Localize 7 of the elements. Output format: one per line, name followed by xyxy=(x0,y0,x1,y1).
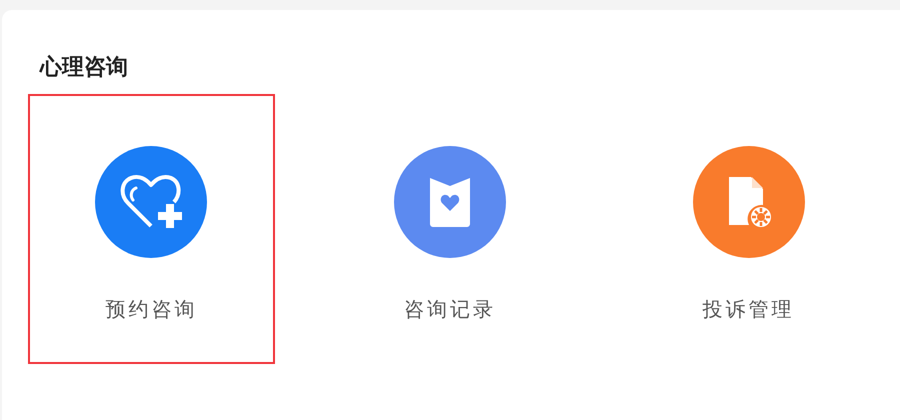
menu-tile[interactable]: 咨询记录 xyxy=(326,94,574,364)
menu-tile[interactable]: 预约咨询 xyxy=(28,94,275,364)
tile-label: 预约咨询 xyxy=(105,296,198,323)
section-title: 心理咨询 xyxy=(40,54,128,82)
tile-label: 投诉管理 xyxy=(702,296,795,323)
menu-tile[interactable]: 投诉管理 xyxy=(625,94,872,364)
tile-label: 咨询记录 xyxy=(404,296,496,323)
